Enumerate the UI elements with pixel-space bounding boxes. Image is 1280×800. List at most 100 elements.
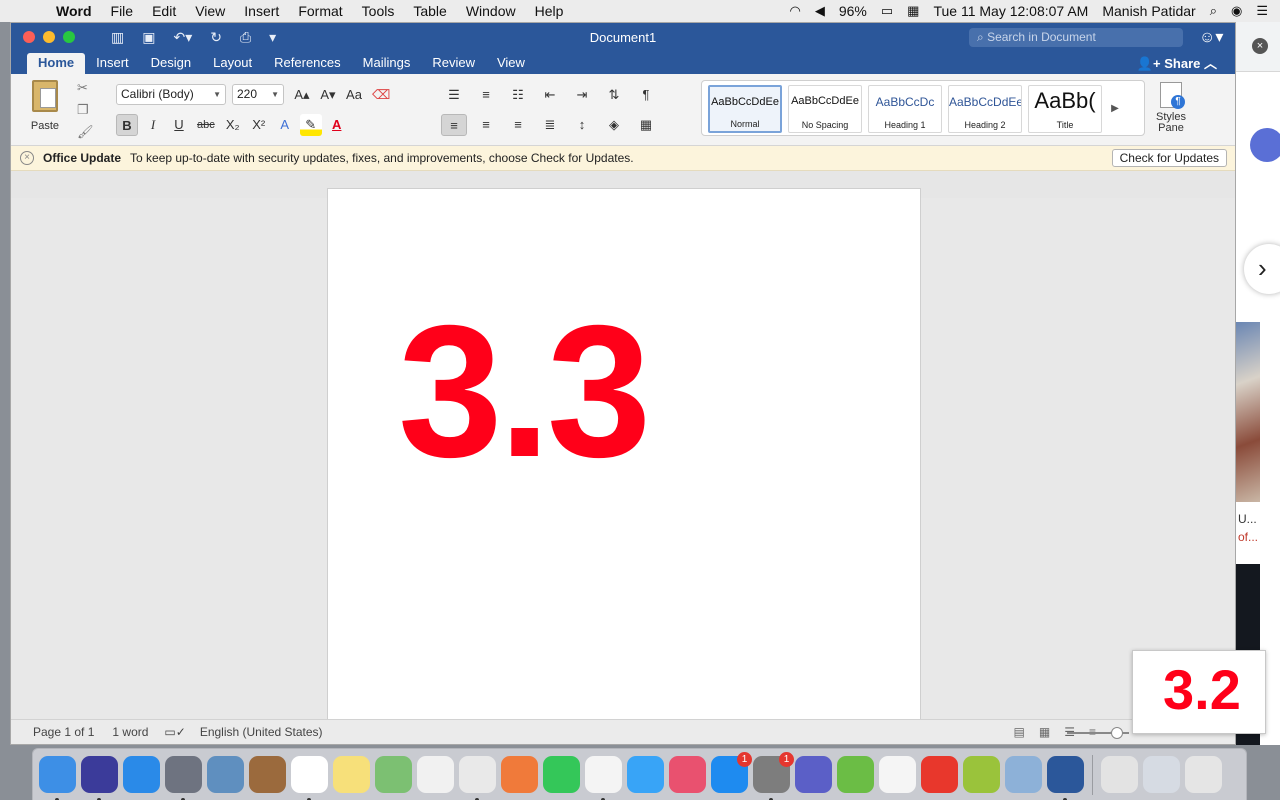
- wifi-icon[interactable]: ◠: [789, 3, 800, 19]
- increase-indent-icon[interactable]: ⇥: [569, 84, 595, 106]
- dock-app-store-icon[interactable]: 1: [711, 752, 752, 793]
- dock-chrome-icon[interactable]: [459, 756, 496, 800]
- search-input[interactable]: ⌕ Search in Document: [969, 28, 1183, 47]
- keyboard-icon[interactable]: ▦: [907, 3, 919, 19]
- dock-notes-icon[interactable]: [333, 756, 370, 793]
- grow-font-button[interactable]: A▴: [291, 84, 313, 106]
- menu-view[interactable]: View: [195, 3, 225, 19]
- close-icon[interactable]: ×: [20, 151, 34, 165]
- battery-icon[interactable]: ▭: [881, 3, 893, 19]
- dock-downloads-folder-icon[interactable]: [1143, 756, 1180, 793]
- style-title[interactable]: AaBb( Title: [1028, 85, 1102, 133]
- dock-maps-icon[interactable]: [375, 756, 412, 793]
- font-size-select[interactable]: 220 ▼: [232, 84, 284, 105]
- change-case-button[interactable]: Aa: [343, 84, 365, 106]
- sidebar-toggle-icon[interactable]: ▥: [111, 29, 124, 46]
- dock-xcode-app-icon[interactable]: [585, 756, 622, 800]
- sort-icon[interactable]: ⇅: [601, 84, 627, 106]
- dock-preview-icon[interactable]: [1005, 756, 1042, 793]
- strikethrough-button[interactable]: abc: [194, 114, 218, 136]
- user-name[interactable]: Manish Patidar: [1102, 3, 1195, 19]
- dock-safari-icon[interactable]: [123, 756, 160, 793]
- word-count[interactable]: 1 word: [112, 725, 148, 739]
- dock-word-icon[interactable]: [1047, 756, 1084, 800]
- font-color-button[interactable]: A: [326, 114, 348, 136]
- align-right-icon[interactable]: ≡: [505, 114, 531, 136]
- next-arrow-button[interactable]: ›: [1244, 244, 1280, 294]
- superscript-button[interactable]: X²: [248, 114, 270, 136]
- language[interactable]: English (United States): [200, 725, 323, 739]
- tab-layout[interactable]: Layout: [202, 53, 263, 74]
- text-effects-button[interactable]: A: [274, 114, 296, 136]
- menu-format[interactable]: Format: [298, 3, 342, 19]
- dock-utorrent-icon[interactable]: [837, 756, 874, 793]
- tab-design[interactable]: Design: [140, 53, 202, 74]
- decrease-indent-icon[interactable]: ⇤: [537, 84, 563, 106]
- menu-help[interactable]: Help: [535, 3, 564, 19]
- redo-icon[interactable]: ↻: [210, 29, 222, 46]
- dock-teams-icon[interactable]: [795, 756, 832, 793]
- subscript-button[interactable]: X₂: [222, 114, 244, 136]
- dock-android-file-icon[interactable]: [963, 756, 1000, 793]
- close-window-button[interactable]: [23, 31, 35, 43]
- menu-app-name[interactable]: Word: [56, 3, 92, 19]
- dock-ticktick-app-icon[interactable]: [921, 756, 958, 793]
- show-formatting-icon[interactable]: ¶: [633, 84, 659, 106]
- clock[interactable]: Tue 11 May 12:08:07 AM: [933, 3, 1088, 19]
- menu-tools[interactable]: Tools: [362, 3, 395, 19]
- dock-facetime-icon[interactable]: [543, 756, 580, 793]
- zoom-window-button[interactable]: [63, 31, 75, 43]
- dock-photos-icon[interactable]: [417, 756, 454, 793]
- clear-formatting-icon[interactable]: ⌫: [369, 84, 393, 106]
- siri-icon[interactable]: ◉: [1231, 3, 1242, 19]
- web-layout-icon[interactable]: ▦: [1039, 725, 1050, 739]
- bullets-icon[interactable]: ☰: [441, 84, 467, 106]
- align-left-icon[interactable]: ≡: [441, 114, 467, 136]
- print-icon[interactable]: ⎙: [240, 29, 251, 46]
- menu-insert[interactable]: Insert: [244, 3, 279, 19]
- copy-icon[interactable]: ❐: [77, 102, 94, 118]
- multilevel-list-icon[interactable]: ☷: [505, 84, 531, 106]
- menu-table[interactable]: Table: [413, 3, 446, 19]
- dock-textedit-icon[interactable]: [879, 756, 916, 793]
- save-icon[interactable]: ▣: [142, 29, 155, 46]
- format-painter-icon[interactable]: 🖌: [77, 124, 94, 140]
- align-center-icon[interactable]: ≡: [473, 114, 499, 136]
- tab-insert[interactable]: Insert: [85, 53, 140, 74]
- numbering-icon[interactable]: ≡: [473, 84, 499, 106]
- dock-sketch-icon[interactable]: [501, 756, 538, 793]
- dock-notebook-icon[interactable]: [249, 756, 286, 793]
- style-normal[interactable]: AaBbCcDdEe Normal: [708, 85, 782, 133]
- tab-view[interactable]: View: [486, 53, 536, 74]
- spotlight-search-icon[interactable]: ⌕: [1210, 3, 1217, 19]
- dock-launchpad-icon[interactable]: [165, 756, 202, 800]
- paste-button[interactable]: Paste: [25, 80, 65, 132]
- dock-messages-icon[interactable]: [627, 756, 664, 793]
- more-styles-arrow-icon[interactable]: ▶: [1108, 85, 1122, 131]
- menu-file[interactable]: File: [111, 3, 134, 19]
- bold-button[interactable]: B: [116, 114, 138, 136]
- feedback-smiley-icon[interactable]: ☺▾: [1199, 27, 1223, 47]
- style-heading-2[interactable]: AaBbCcDdEe Heading 2: [948, 85, 1022, 133]
- tab-references[interactable]: References: [263, 53, 351, 74]
- style-heading-1[interactable]: AaBbCcDc Heading 1: [868, 85, 942, 133]
- proofing-icon[interactable]: ▭✓: [164, 725, 185, 739]
- share-button[interactable]: 👤+ Share ︿: [1137, 53, 1217, 72]
- dock-itunes-icon[interactable]: [669, 756, 706, 793]
- justify-icon[interactable]: ≣: [537, 114, 563, 136]
- page-count[interactable]: Page 1 of 1: [33, 725, 94, 739]
- italic-button[interactable]: I: [142, 114, 164, 136]
- dock-mail-preview-icon[interactable]: [207, 756, 244, 793]
- style-no-spacing[interactable]: AaBbCcDdEe No Spacing: [788, 85, 862, 133]
- check-for-updates-button[interactable]: Check for Updates: [1111, 149, 1227, 167]
- print-layout-icon[interactable]: ▤: [1014, 725, 1025, 739]
- customize-toolbar-icon[interactable]: ▾: [269, 29, 276, 46]
- document-page[interactable]: 3.3: [327, 188, 921, 744]
- menu-window[interactable]: Window: [466, 3, 516, 19]
- zoom-slider[interactable]: [1067, 727, 1129, 739]
- cut-icon[interactable]: ✂: [77, 80, 94, 96]
- font-name-select[interactable]: Calibri (Body) ▼: [116, 84, 226, 105]
- line-spacing-icon[interactable]: ↕: [569, 114, 595, 136]
- dock-finder-icon[interactable]: [39, 756, 76, 800]
- minimize-window-button[interactable]: [43, 31, 55, 43]
